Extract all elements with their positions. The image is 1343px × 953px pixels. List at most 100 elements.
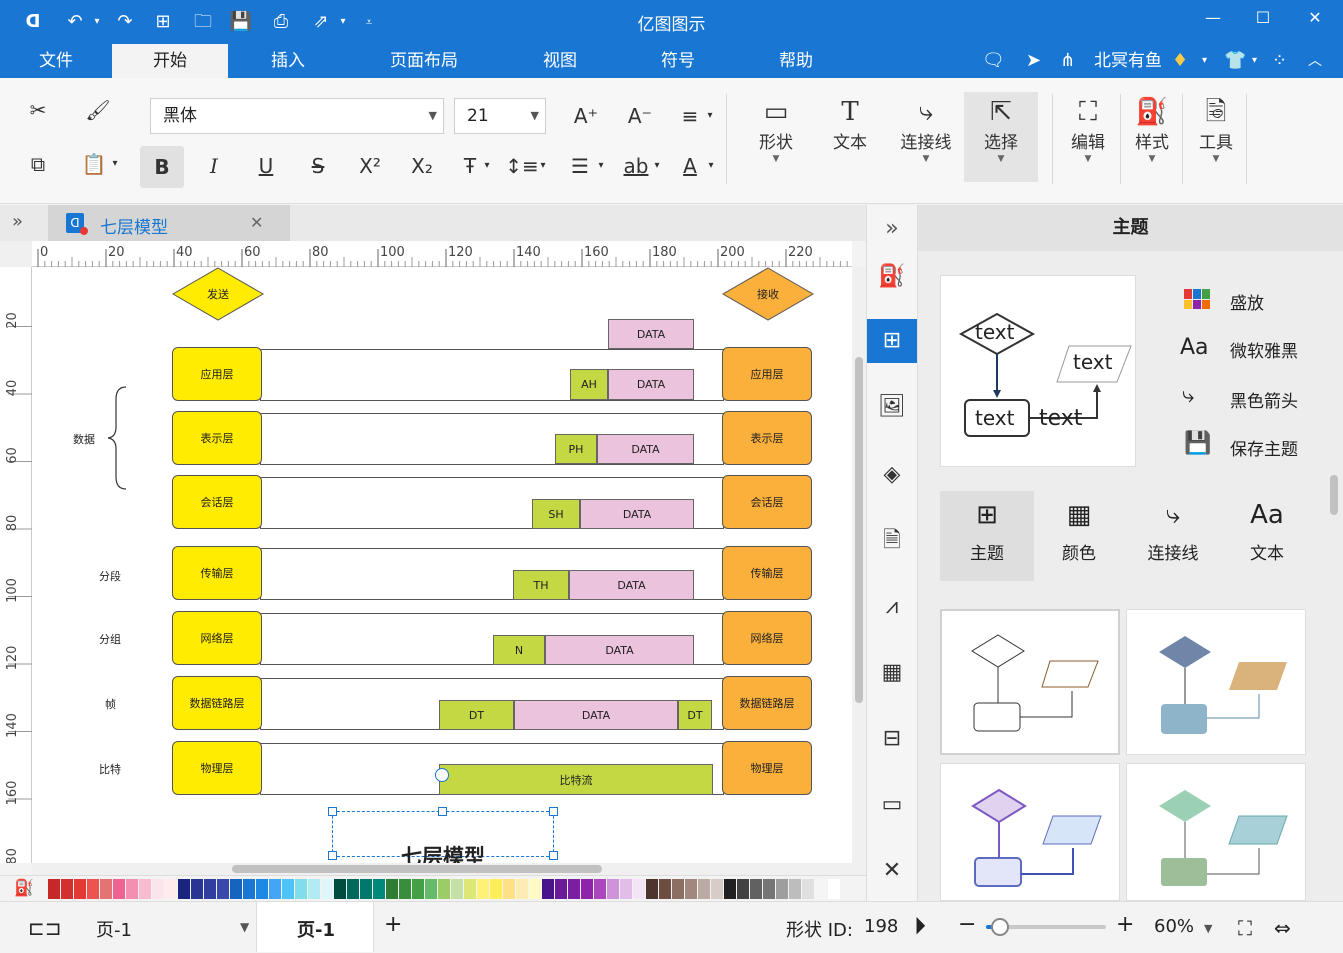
send-presentation-layer[interactable]: 表示层	[172, 411, 262, 465]
color-swatch[interactable]	[633, 879, 645, 899]
header-block[interactable]: TH	[513, 570, 569, 600]
send-physical-layer[interactable]: 物理层	[172, 741, 262, 795]
color-swatch[interactable]	[386, 879, 398, 899]
vertical-scrollbar[interactable]	[852, 267, 866, 863]
color-swatch[interactable]	[516, 879, 528, 899]
skin-dropdown-icon[interactable]: ▾	[1252, 49, 1257, 73]
color-swatch[interactable]	[360, 879, 372, 899]
menu-view[interactable]: 视图	[520, 44, 600, 78]
select-button[interactable]: ⇱ 选择 ▼	[964, 92, 1038, 182]
strikethrough-icon[interactable]: S	[300, 148, 336, 184]
receive-session-layer[interactable]: 会话层	[722, 475, 812, 529]
style-button[interactable]: ⛽ 样式 ▼	[1120, 92, 1184, 164]
chevron-down-icon[interactable]: ▼	[240, 920, 249, 934]
subscript-icon[interactable]: X₂	[404, 148, 440, 184]
color-swatch[interactable]	[438, 879, 450, 899]
data-block[interactable]: DATA	[545, 635, 694, 665]
cut-icon[interactable]: ✂	[20, 92, 56, 128]
send-transport-layer[interactable]: 传输层	[172, 546, 262, 600]
color-swatch[interactable]	[139, 879, 151, 899]
color-swatch[interactable]	[620, 879, 632, 899]
color-swatch[interactable]	[425, 879, 437, 899]
increase-font-icon[interactable]: A⁺	[568, 98, 604, 134]
drawing-page[interactable]: 发送 接收 DATA 应用层 应用层 AH DATA 表示层 表示层 PH DA…	[32, 267, 852, 863]
color-swatch[interactable]	[87, 879, 99, 899]
menu-symbol[interactable]: 符号	[638, 44, 718, 78]
color-swatch[interactable]	[373, 879, 385, 899]
layout-icon[interactable]: ⊟	[867, 717, 917, 761]
color-swatch[interactable]	[217, 879, 229, 899]
underline-icon[interactable]: U	[248, 148, 284, 184]
fill-icon[interactable]: ⛽	[867, 255, 917, 299]
panel-scroll-thumb[interactable]	[1330, 475, 1338, 515]
data-block[interactable]: DATA	[580, 499, 694, 529]
scroll-thumb[interactable]	[855, 357, 863, 703]
bitstream-block[interactable]: 比特流	[439, 764, 713, 795]
color-swatch[interactable]	[750, 879, 762, 899]
color-swatch[interactable]	[529, 879, 541, 899]
edit-button[interactable]: ⛶ 编辑 ▼	[1056, 92, 1120, 164]
color-swatch[interactable]	[542, 879, 554, 899]
horizontal-scrollbar[interactable]	[32, 863, 866, 875]
font-family-select[interactable]: 黑体 ▼	[150, 98, 444, 134]
theme-thumbnail[interactable]	[940, 763, 1120, 901]
color-swatch[interactable]	[490, 879, 502, 899]
color-swatch[interactable]	[61, 879, 73, 899]
format-painter-icon[interactable]: 🖌	[80, 92, 116, 128]
font-color-icon[interactable]: A	[672, 148, 708, 184]
color-swatch[interactable]	[282, 879, 294, 899]
send-icon[interactable]: ➤	[1026, 49, 1041, 73]
tab-color[interactable]: ▦ 颜色	[1032, 491, 1126, 581]
menu-file[interactable]: 文件	[14, 44, 98, 78]
zoom-value[interactable]: 60%	[1154, 916, 1194, 937]
color-swatch[interactable]	[269, 879, 281, 899]
text-transform-dropdown-icon[interactable]: ▾	[480, 148, 494, 184]
play-icon[interactable]: ⏵	[914, 912, 926, 940]
copy-icon[interactable]: ⧉	[20, 146, 56, 182]
page-view-icon[interactable]: ⊏⊐	[28, 916, 62, 940]
send-datalink-layer[interactable]: 数据链路层	[172, 676, 262, 730]
receive-application-layer[interactable]: 应用层	[722, 347, 812, 401]
color-swatch[interactable]	[191, 879, 203, 899]
shuffle-icon[interactable]: ✕	[867, 849, 917, 893]
menu-page-layout[interactable]: 页面布局	[370, 44, 478, 78]
color-swatch[interactable]	[256, 879, 268, 899]
zoom-dropdown-icon[interactable]: ▼	[1204, 922, 1212, 935]
color-swatch[interactable]	[243, 879, 255, 899]
menu-insert[interactable]: 插入	[246, 44, 330, 78]
align-dropdown-icon[interactable]: ▾	[702, 98, 718, 134]
apps-grid-icon[interactable]: ⁘	[1272, 49, 1287, 73]
theme-thumbnail[interactable]	[940, 609, 1120, 755]
connector-button[interactable]: ⤷ 连接线 ▼	[894, 92, 958, 164]
header-block[interactable]: AH	[570, 369, 608, 400]
zoom-in-icon[interactable]: +	[1116, 912, 1134, 937]
scroll-thumb[interactable]	[232, 865, 602, 873]
color-swatch[interactable]	[594, 879, 606, 899]
receive-transport-layer[interactable]: 传输层	[722, 546, 812, 600]
bullet-list-dropdown-icon[interactable]: ▾	[594, 148, 608, 184]
color-swatch[interactable]	[347, 879, 359, 899]
data-block[interactable]: DATA	[608, 369, 694, 400]
color-swatch[interactable]	[230, 879, 242, 899]
header-block[interactable]: SH	[532, 499, 580, 529]
canvas[interactable]: 发送 接收 DATA 应用层 应用层 AH DATA 表示层 表示层 PH DA…	[32, 267, 852, 863]
color-swatch[interactable]	[113, 879, 125, 899]
theme-icon[interactable]: ⊞	[867, 319, 917, 363]
superscript-icon[interactable]: X²	[352, 148, 388, 184]
resize-handle[interactable]	[549, 807, 558, 816]
italic-icon[interactable]: I	[196, 148, 232, 184]
color-swatch[interactable]	[698, 879, 710, 899]
text-button[interactable]: T 文本	[818, 92, 882, 154]
skin-icon[interactable]: 👕	[1224, 49, 1246, 73]
connection-point-handle[interactable]	[435, 768, 449, 782]
data-block[interactable]: DATA	[569, 570, 694, 600]
receive-presentation-layer[interactable]: 表示层	[722, 411, 812, 465]
menu-start[interactable]: 开始	[112, 44, 228, 78]
data-block[interactable]: DATA	[597, 434, 694, 464]
color-swatch[interactable]	[672, 879, 684, 899]
theme-option-save[interactable]: 保存主题	[1230, 435, 1298, 460]
color-swatch[interactable]	[48, 879, 60, 899]
color-swatch[interactable]	[802, 879, 814, 899]
line-spacing-dropdown-icon[interactable]: ▾	[536, 148, 550, 184]
color-swatch[interactable]	[555, 879, 567, 899]
